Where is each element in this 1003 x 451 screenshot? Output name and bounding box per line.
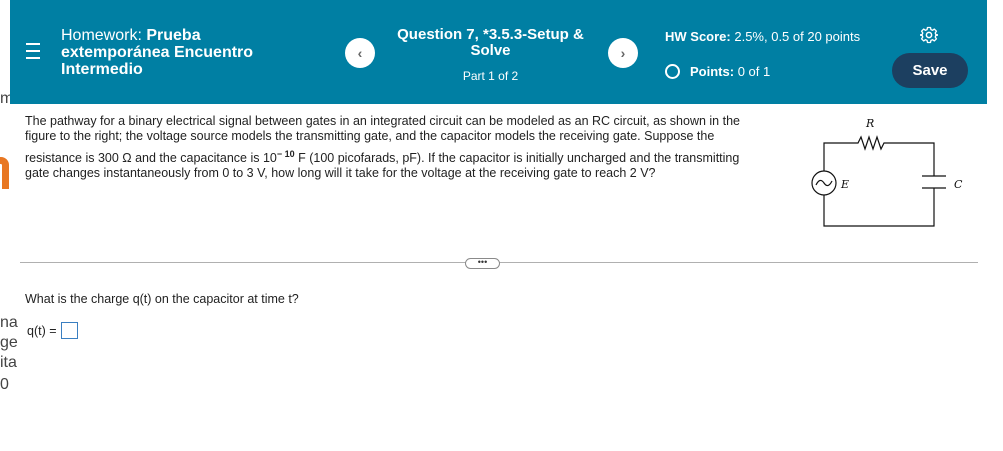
homework-label: Homework: [61,27,142,44]
background-fragment: ita [0,354,17,371]
next-question-button[interactable]: › [608,38,638,68]
problem-line: The pathway for a binary electrical sign… [25,114,740,128]
background-fragment: ge [0,334,18,351]
source-label: E [840,178,849,191]
save-button[interactable]: Save [892,53,968,88]
gear-icon[interactable] [920,26,938,44]
resistor-label: R [865,117,874,130]
previous-question-button[interactable]: ‹ [345,38,375,68]
problem-line-part: F (100 picofarads, pF). If the capacitor… [298,151,740,166]
capacitor-label: C [954,178,963,191]
question-info: Question 7, *3.5.3-Setup & Solve Part 1 … [388,26,593,84]
problem-line: figure to the right; the voltage source … [25,129,715,143]
background-fragment: 0 [0,376,9,393]
answer-label: q(t) = [27,323,57,338]
assignment-header: Homework: Prueba extemporánea Encuentro … [10,0,987,104]
question-part: Part 1 of 2 [462,69,519,83]
background-orange-shape [0,157,9,189]
background-fragment: na [0,314,18,331]
points-radio-icon [665,64,680,79]
problem-line: gate changes instantaneously from 0 to 3… [25,166,656,181]
question-title: Question 7, *3.5.3-Setup & Solve [397,26,584,59]
more-options-button[interactable]: ••• [465,258,500,269]
problem-line: resistance is 300 Ω and the capacitance … [25,147,785,166]
hw-score: HW Score: 2.5%, 0.5 of 20 points [665,28,865,45]
points-label: Points: [690,64,735,79]
question-text: What is the charge q(t) on the capacitor… [25,292,299,306]
chevron-left-icon: ‹ [357,45,363,61]
answer-row: q(t) = [27,322,78,339]
chevron-right-icon: › [620,45,626,61]
exponent: − 10 [276,149,295,159]
rc-circuit-diagram: R E C [811,117,963,227]
homework-title: Homework: Prueba extemporánea Encuentro … [61,27,311,78]
problem-statement: The pathway for a binary electrical sign… [25,114,785,181]
answer-input[interactable] [60,322,78,339]
points-status: Points: 0 of 1 [665,64,770,79]
problem-line-part: resistance is 300 Ω and the capacitance … [25,151,277,166]
points-value: 0 of 1 [737,64,771,79]
hw-score-value: 2.5%, 0.5 of 20 points [734,29,861,44]
menu-icon[interactable] [26,43,42,59]
hw-score-label: HW Score: [665,29,731,44]
